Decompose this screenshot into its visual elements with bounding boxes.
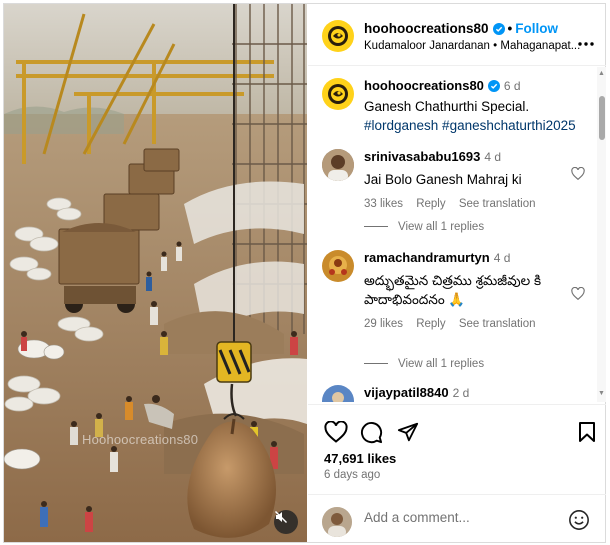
reply-button[interactable]: Reply <box>416 318 445 330</box>
author-avatar[interactable] <box>322 20 354 52</box>
reply-button[interactable]: Reply <box>416 198 445 210</box>
caption-hashtags[interactable]: #lordganesh #ganeshchaturthi2025 <box>364 116 594 135</box>
mute-button[interactable] <box>274 510 298 534</box>
verified-badge-icon <box>492 23 505 38</box>
header-line: hoohoocreations80 • Follow <box>364 21 558 38</box>
comment-button[interactable] <box>360 421 383 447</box>
like-button[interactable] <box>324 420 348 446</box>
commenter-avatar[interactable] <box>322 149 354 181</box>
caption-username[interactable]: hoohoocreations80 <box>364 78 484 93</box>
more-horizontal-icon <box>578 42 594 46</box>
current-user-avatar <box>322 507 352 537</box>
comment-meta: 29 likes Reply See translation <box>364 318 594 330</box>
replies-line <box>364 226 388 228</box>
comment-meta: 33 likes Reply See translation <box>364 198 594 210</box>
post-date: 6 days ago <box>324 469 381 481</box>
comment-bubble-icon <box>360 422 383 444</box>
post-actions: 47,691 likes 6 days ago <box>308 404 606 494</box>
likes-count[interactable]: 47,691 likes <box>324 451 396 466</box>
emoji-button[interactable] <box>568 509 590 534</box>
speaker-muted-icon <box>275 511 287 523</box>
comment-body: srinivasababu1693 4 d Jai Bolo Ganesh Mah… <box>364 149 594 210</box>
follow-button[interactable]: Follow <box>515 21 558 36</box>
comment-time: 2 d <box>452 386 470 400</box>
see-translation-button[interactable]: See translation <box>459 198 536 210</box>
caption-text: Ganesh Chathurthi Special. <box>364 99 530 114</box>
replies-line <box>364 363 388 365</box>
brand-logo-icon <box>328 26 348 46</box>
comment-body: vijaypatil8840 2 d <box>364 385 594 400</box>
share-button[interactable] <box>397 421 419 446</box>
like-comment-button[interactable] <box>571 286 585 303</box>
scroll-up-arrow-icon[interactable]: ▲ <box>598 70 605 77</box>
caption-body: hoohoocreations80 6 d Ganesh Chathurthi S… <box>364 77 594 135</box>
author-username[interactable]: hoohoocreations80 <box>364 21 489 36</box>
commenter-avatar[interactable] <box>322 385 354 402</box>
scrollbar-thumb[interactable] <box>599 96 605 140</box>
scroll-down-arrow-icon[interactable]: ▼ <box>598 390 605 397</box>
heart-icon <box>571 286 585 301</box>
comment-body: ramachandramurtyn 4 d అద్భుతమైన చిత్రము శ… <box>364 250 594 330</box>
emoji-smile-icon <box>569 510 589 530</box>
view-replies-button[interactable]: View all 1 replies <box>364 221 484 233</box>
comment-likes[interactable]: 33 likes <box>364 198 403 210</box>
comment-text: అద్భుతమైన చిత్రము శ్రమజీవుల కి పాదాభివంద… <box>364 273 541 307</box>
post-sidebar: hoohoocreations80 • Follow Kudamaloor Jana… <box>308 4 606 542</box>
paper-plane-icon <box>397 422 419 442</box>
post-dialog: Hoohoocreations80 hoohoocreations80 • Foll… <box>3 3 606 543</box>
heart-icon <box>571 166 585 181</box>
view-replies-label: View all 1 replies <box>398 221 485 233</box>
caption-time: 6 d <box>503 79 521 93</box>
comment-username[interactable]: vijaypatil8840 <box>364 385 449 400</box>
heart-icon <box>324 420 348 443</box>
see-translation-button[interactable]: See translation <box>459 318 536 330</box>
watermark-text: Hoohoocreations80 <box>82 432 199 447</box>
add-comment-bar <box>308 494 606 542</box>
comment-text: Jai Bolo Ganesh Mahraj ki <box>364 172 522 187</box>
save-button[interactable] <box>578 421 596 446</box>
comment-time: 4 d <box>484 150 502 164</box>
post-header: hoohoocreations80 • Follow Kudamaloor Jana… <box>308 4 606 66</box>
comment-username[interactable]: ramachandramurtyn <box>364 250 490 265</box>
bookmark-icon <box>579 422 595 442</box>
view-replies-label: View all 1 replies <box>398 358 485 370</box>
comments-scroll-area[interactable]: hoohoocreations80 6 d Ganesh Chathurthi S… <box>308 67 606 402</box>
more-options-button[interactable] <box>578 34 594 49</box>
comment-username[interactable]: srinivasababu1693 <box>364 149 480 164</box>
audio-attribution[interactable]: Kudamaloor Janardanan • Mahaganapat... <box>364 40 594 52</box>
post-media[interactable]: Hoohoocreations80 <box>4 4 307 542</box>
post-image <box>4 4 307 542</box>
verified-badge-icon <box>487 80 500 95</box>
separator-dot: • <box>507 21 513 36</box>
commenter-avatar[interactable] <box>322 250 354 282</box>
caption-avatar[interactable] <box>322 78 354 110</box>
add-comment-input[interactable] <box>364 510 554 525</box>
comment-likes[interactable]: 29 likes <box>364 318 403 330</box>
view-replies-button[interactable]: View all 1 replies <box>364 358 484 370</box>
like-comment-button[interactable] <box>571 166 585 183</box>
comment-time: 4 d <box>493 251 511 265</box>
brand-logo-icon <box>328 84 348 104</box>
